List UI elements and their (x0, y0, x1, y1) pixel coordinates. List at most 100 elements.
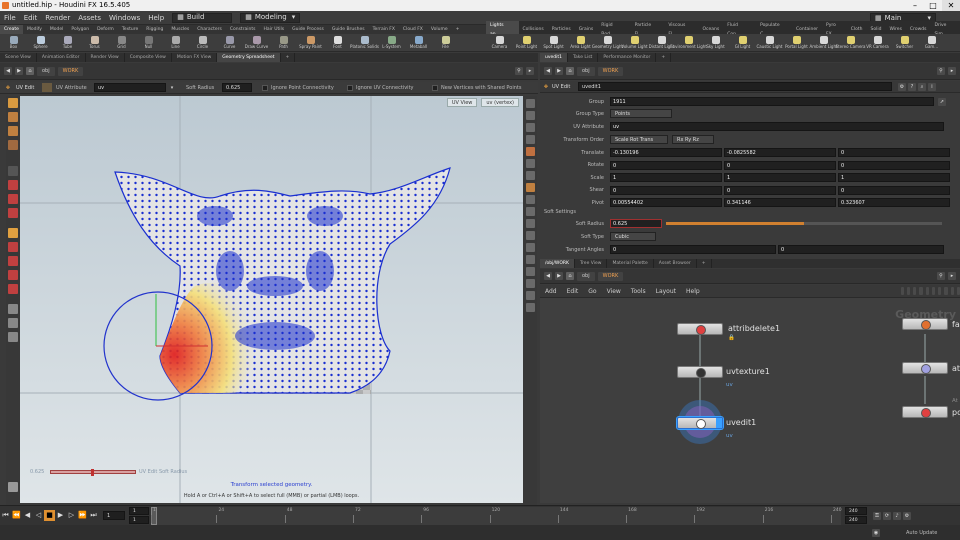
uv-view-dropdown[interactable]: UV View (446, 98, 478, 107)
shelf-tool-font[interactable]: Font (324, 34, 351, 52)
shelf-tool-volume-light[interactable]: Volume Light (621, 34, 648, 52)
pane-tab-tree-view[interactable]: Tree View (575, 259, 608, 268)
paint-select-icon[interactable] (8, 270, 18, 280)
path-crumb-obj[interactable]: obj (37, 66, 55, 76)
go-to-end-icon[interactable]: ⏭ (88, 510, 99, 521)
network-menu-go[interactable]: Go (583, 288, 601, 295)
move-tool-icon[interactable] (8, 112, 18, 122)
display-options-icon[interactable] (525, 99, 535, 108)
shear-x-field[interactable]: 0 (610, 185, 722, 195)
rotate-z-field[interactable]: 0 (838, 160, 950, 170)
network-menu-layout[interactable]: Layout (651, 288, 681, 295)
performance-icon[interactable]: ◉ (872, 528, 880, 537)
rotate-y-field[interactable]: 0 (724, 160, 836, 170)
tangent-angle-b-field[interactable]: 0 (778, 245, 944, 254)
playback-start-field[interactable]: 1 (129, 516, 149, 524)
scale-z-field[interactable]: 1 (838, 173, 950, 182)
shelf-tool-point-light[interactable]: Point Light (513, 34, 540, 52)
pane-menu-icon[interactable]: ▸ (948, 67, 956, 75)
audio-icon[interactable]: ♪ (893, 511, 901, 520)
uv-attribute-view-dropdown[interactable]: uv (vertex) (481, 98, 519, 107)
pin-icon[interactable]: ⚲ (937, 272, 945, 280)
bookmark-icon[interactable] (944, 287, 948, 295)
shear-y-field[interactable]: 0 (724, 185, 836, 195)
soft-radius-slider-track[interactable] (50, 469, 136, 476)
pivot-y-field[interactable]: 0.341146 (724, 198, 836, 207)
uv-edit-handle-icon[interactable] (8, 228, 18, 238)
uv-viewport-canvas[interactable] (20, 96, 523, 503)
pane-tab-uvedit1[interactable]: uvedit1 (540, 53, 569, 62)
shelf-tool-portal-light[interactable]: Portal Light (783, 34, 810, 52)
shelf-tool-box[interactable]: Box (0, 34, 27, 52)
shelf-tool-stereo-camera[interactable]: Stereo Camera (836, 34, 866, 52)
loop-select-icon[interactable] (8, 242, 18, 252)
eye-icon[interactable] (8, 482, 18, 492)
menu-file[interactable]: File (0, 11, 20, 25)
vertex-icon[interactable] (525, 219, 535, 228)
pane-tab-material-palette[interactable]: Material Palette (607, 259, 654, 268)
tree-icon[interactable] (931, 287, 936, 295)
back-icon[interactable]: ◀ (4, 67, 12, 75)
shear-z-field[interactable]: 0 (838, 185, 950, 195)
current-frame-field[interactable]: 1 (103, 511, 125, 520)
shelf-tool-path[interactable]: Path (270, 34, 297, 52)
search-icon[interactable] (950, 287, 954, 295)
shelf-tool-tube[interactable]: Tube (54, 34, 81, 52)
shelf-tool-camera[interactable]: Camera (486, 34, 513, 52)
shelf-tool-line[interactable]: Line (162, 34, 189, 52)
step-back-key-icon[interactable]: ⏪ (11, 510, 22, 521)
pane-tab-animation-editor[interactable]: Animation Editor (37, 53, 86, 62)
pane-tab-composite-view[interactable]: Composite View (125, 53, 172, 62)
pane-tab-asset-browser[interactable]: Asset Browser (654, 259, 697, 268)
template-icon[interactable] (525, 255, 535, 264)
shelf-tool-platonic-solids[interactable]: Platonic Solids (350, 34, 379, 52)
point-numbers-icon[interactable] (525, 171, 535, 180)
shelf-tool-torus[interactable]: Torus (81, 34, 108, 52)
color-icon[interactable] (938, 287, 942, 295)
render-icon[interactable] (525, 291, 535, 300)
shelf-tool-metaball[interactable]: Metaball (405, 34, 432, 52)
shelf-tool-geometry-light[interactable]: Geometry Light (592, 34, 623, 52)
maximize-button[interactable]: □ (924, 0, 942, 11)
soft-radius-slider-knob[interactable] (91, 469, 95, 476)
node-uvtexture1[interactable] (677, 366, 723, 378)
flipbook-icon[interactable] (525, 303, 535, 312)
transform-order-dropdown[interactable]: Scale Rot Trans (610, 135, 668, 144)
modeling-desktop-dropdown[interactable]: ▦ Modeling ▾ (240, 12, 301, 23)
translate-z-field[interactable]: 0 (838, 148, 950, 157)
point-select-icon[interactable] (8, 180, 18, 190)
soft-radius-param-field[interactable]: 0.625 (610, 219, 662, 228)
forward-icon[interactable]: ▶ (555, 67, 563, 75)
rotation-order-dropdown[interactable]: Rx Ry Rz (672, 135, 714, 144)
group-field[interactable]: 1911 (610, 97, 934, 106)
pane-menu-icon[interactable]: ▸ (526, 67, 534, 75)
shelf-tool-file[interactable]: File (432, 34, 459, 52)
uv-viewport[interactable]: UV View uv (vertex) 0.625 UV Edit Soft R… (20, 96, 523, 503)
grid-snap-icon[interactable] (919, 287, 923, 295)
pane-tab-scene-view[interactable]: Scene View (0, 53, 37, 62)
pin-icon[interactable]: ⚲ (937, 67, 945, 75)
camera-view-icon[interactable] (525, 243, 535, 252)
lighting-icon[interactable] (525, 111, 535, 120)
tangent-angle-a-field[interactable]: 0 (610, 245, 776, 254)
back-icon[interactable]: ◀ (544, 272, 552, 280)
shelf-tool-gi-light[interactable]: GI Light (729, 34, 756, 52)
network-menu-tools[interactable]: Tools (626, 288, 651, 295)
soft-type-dropdown[interactable]: Cubic (610, 232, 656, 241)
shelf-tool-caustic-light[interactable]: Caustic Light (756, 34, 783, 52)
menu-windows[interactable]: Windows (105, 11, 144, 25)
path-crumb-work[interactable]: WORK (597, 66, 624, 76)
display-options-icon[interactable] (8, 318, 18, 328)
pane-tab-render-view[interactable]: Render View (86, 53, 125, 62)
shading-icon[interactable] (525, 123, 535, 132)
shelf-tool-null[interactable]: Null (135, 34, 162, 52)
path-crumb-obj[interactable]: obj (577, 66, 595, 76)
menu-render[interactable]: Render (41, 11, 74, 25)
soft-radius-field[interactable]: 0.625 (222, 83, 252, 92)
realtime-icon[interactable]: ⟳ (883, 511, 891, 520)
snapshot-icon[interactable] (525, 279, 535, 288)
node-attribdelete1[interactable] (677, 323, 723, 335)
forward-icon[interactable]: ▶ (555, 272, 563, 280)
pane-menu-icon[interactable]: ▸ (948, 272, 956, 280)
build-desktop-dropdown[interactable]: ▦ Build (172, 12, 233, 23)
